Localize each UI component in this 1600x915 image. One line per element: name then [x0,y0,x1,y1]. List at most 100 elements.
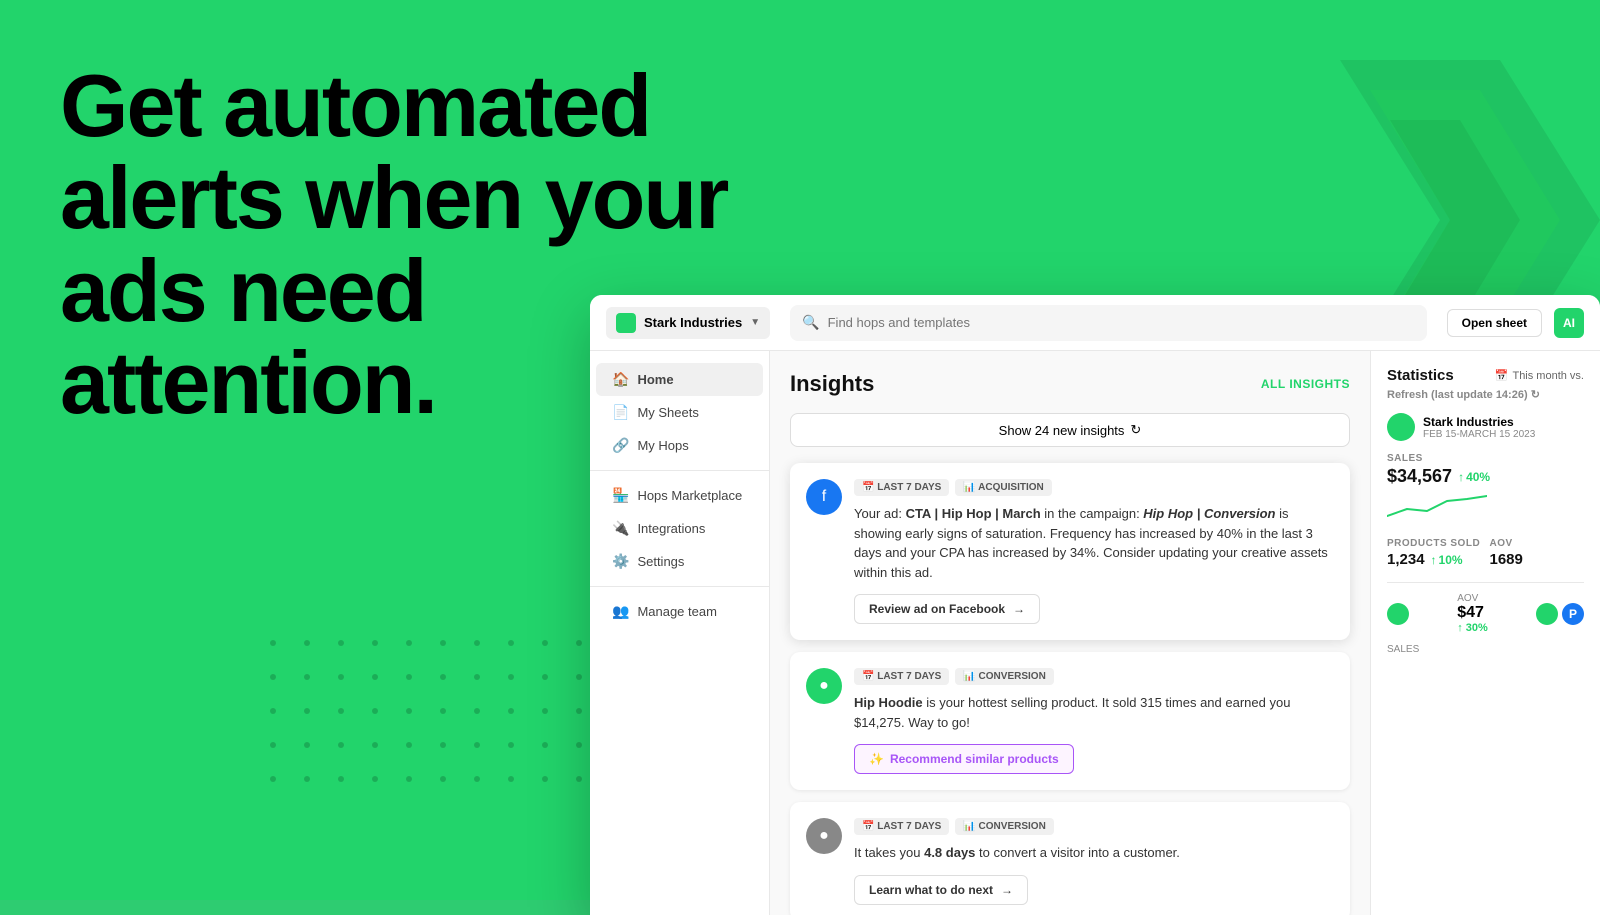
dot [474,674,480,680]
badge-time-3: 📅 LAST 7 DAYS [854,818,949,835]
account-date: FEB 15-MARCH 15 2023 [1423,429,1535,440]
dot [542,708,548,714]
open-sheet-button[interactable]: Open sheet [1447,309,1542,337]
dot-grid [270,640,600,800]
card-action-2: ✨ Recommend similar products [854,744,1334,774]
card-text-2: Hip Hoodie is your hottest selling produ… [854,693,1334,732]
search-input[interactable] [828,315,1415,330]
sales-stat-row: SALES $34,567 ↑ 40% [1387,453,1584,526]
home-icon: 🏠 [612,371,629,388]
card-text-3: It takes you 4.8 days to convert a visit… [854,843,1334,863]
account-name: Stark Industries [1423,415,1535,429]
dot [338,640,344,646]
integrations-icon: 🔌 [612,520,629,537]
badge-time-2: 📅 LAST 7 DAYS [854,668,949,685]
dot [338,742,344,748]
learn-what-to-do-button[interactable]: Learn what to do next → [854,875,1028,905]
sheet-icon: 📄 [612,404,629,421]
insight-card-1: f 📅 LAST 7 DAYS 📊 ACQUISITION Your ad: C… [790,463,1350,640]
dot [372,742,378,748]
sidebar-label-my-hops: My Hops [637,438,688,453]
show-new-label: Show 24 new insights [999,423,1125,438]
dot [542,742,548,748]
insights-title: Insights [790,371,874,397]
dot [270,742,276,748]
stats-period: 📅 This month vs. [1495,369,1584,382]
avatar[interactable]: AI [1554,308,1584,338]
sidebar-item-integrations[interactable]: 🔌 Integrations [596,512,763,545]
sidebar-item-my-sheets[interactable]: 📄 My Sheets [596,396,763,429]
dot [372,640,378,646]
row2-aov-label: AOV [1457,593,1488,604]
stats-header: Statistics 📅 This month vs. [1387,367,1584,384]
hero-line3: ads need [60,241,425,340]
badge-type-1: 📊 ACQUISITION [955,479,1051,496]
dot [270,640,276,646]
card-content-3: 📅 LAST 7 DAYS 📊 CONVERSION It takes you … [854,818,1334,905]
row2-aov-value: $47 [1457,604,1488,622]
insights-panel: Insights ALL INSIGHTS Show 24 new insigh… [770,351,1370,915]
learn-label: Learn what to do next [869,883,993,897]
account-avatar [1387,413,1415,441]
dot [508,742,514,748]
calendar-icon: 📅 [1495,369,1509,382]
statistics-panel: Statistics 📅 This month vs. Refresh (las… [1370,351,1600,915]
chevron-down-icon: ▼ [750,317,760,328]
settings-icon: ⚙️ [612,553,629,570]
sidebar-section-3: 👥 Manage team [590,586,769,628]
green-icon: ● [806,668,842,704]
dot [508,674,514,680]
review-ad-facebook-button[interactable]: Review ad on Facebook → [854,594,1040,624]
insight-card-3: ● 📅 LAST 7 DAYS 📊 CONVERSION It takes yo… [790,802,1350,915]
sales-label: SALES [1387,453,1584,464]
refresh-icon: ↻ [1130,422,1141,438]
stats-refresh: Refresh (last update 14:26) ↻ [1387,388,1584,401]
sidebar-item-home[interactable]: 🏠 Home [596,363,763,396]
dot [474,708,480,714]
all-insights-link[interactable]: ALL INSIGHTS [1261,377,1350,391]
badge-time-1: 📅 LAST 7 DAYS [854,479,949,496]
row2-aov-stat: AOV $47 ↑ 30% [1457,593,1488,634]
dot [508,708,514,714]
dot [406,708,412,714]
insight-card-2: ● 📅 LAST 7 DAYS 📊 CONVERSION Hip Hoodie … [790,652,1350,790]
sales-change: ↑ 40% [1458,470,1490,484]
small-account-row: AOV $47 ↑ 30% P [1387,593,1584,634]
dot [304,674,310,680]
statistics-title: Statistics [1387,367,1454,384]
sidebar-label-hops-marketplace: Hops Marketplace [637,488,742,503]
show-new-insights-button[interactable]: Show 24 new insights ↻ [790,413,1350,447]
sidebar: 🏠 Home 📄 My Sheets 🔗 My Hops 🏪 Hops Mark… [590,351,770,915]
sidebar-item-my-hops[interactable]: 🔗 My Hops [596,429,763,462]
card-badges-2: 📅 LAST 7 DAYS 📊 CONVERSION [854,668,1334,685]
dot [338,674,344,680]
aov-label: AOV [1490,538,1585,549]
workspace-button[interactable]: Stark Industries ▼ [606,307,770,339]
workspace-name: Stark Industries [644,315,742,330]
sidebar-item-hops-marketplace[interactable]: 🏪 Hops Marketplace [596,479,763,512]
stats-row-2: PRODUCTS SOLD 1,234 ↑ 10% AOV 1689 [1387,538,1584,568]
card-text-1: Your ad: CTA | Hip Hop | March in the ca… [854,504,1334,582]
aov-value: 1689 [1490,551,1585,568]
recommend-similar-products-button[interactable]: ✨ Recommend similar products [854,744,1074,774]
search-bar: 🔍 [790,305,1426,341]
last-update: (last update 14:26) [1431,389,1528,401]
marketplace-icon: 🏪 [612,487,629,504]
dot [542,674,548,680]
sidebar-item-manage-team[interactable]: 👥 Manage team [596,595,763,628]
badge-type-3: 📊 CONVERSION [955,818,1053,835]
dot [508,640,514,646]
dot [338,708,344,714]
dot [270,776,276,782]
hops-icon: 🔗 [612,437,629,454]
platform-icon-blue: P [1562,603,1584,625]
card-content-2: 📅 LAST 7 DAYS 📊 CONVERSION Hip Hoodie is… [854,668,1334,774]
card-action-3: Learn what to do next → [854,875,1334,905]
dot [372,776,378,782]
sidebar-section-2: 🏪 Hops Marketplace 🔌 Integrations ⚙️ Set… [590,470,769,578]
dot [338,776,344,782]
card-badges-3: 📅 LAST 7 DAYS 📊 CONVERSION [854,818,1334,835]
row2-sales-stat: SALES [1387,644,1584,655]
sidebar-item-settings[interactable]: ⚙️ Settings [596,545,763,578]
review-ad-label: Review ad on Facebook [869,602,1005,616]
